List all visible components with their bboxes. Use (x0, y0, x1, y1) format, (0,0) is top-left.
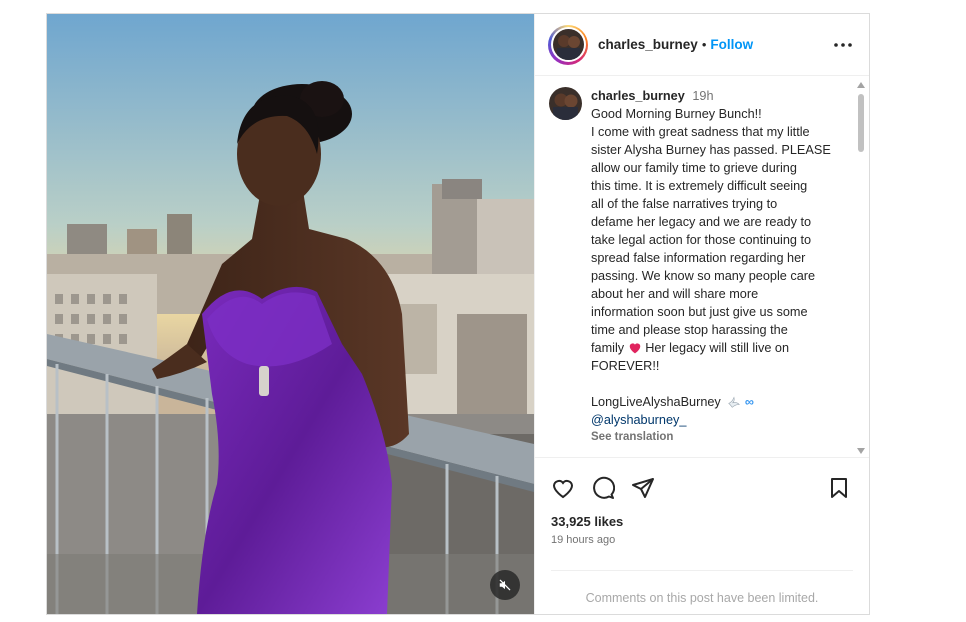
caption-line: Good Morning Burney Bunch!! (591, 107, 762, 121)
share-paper-plane-icon (632, 478, 654, 498)
separator-dot: • (701, 37, 707, 52)
caption-line: take legal action for those continuing t… (591, 233, 812, 247)
story-ring[interactable] (548, 24, 588, 65)
more-options-button[interactable] (831, 33, 855, 57)
like-button[interactable] (549, 474, 577, 502)
caption-line: time and please stop harassing the (591, 323, 788, 337)
caption-line: about her and will share more (591, 287, 759, 301)
caption-text-segment: Her legacy will still live on (645, 341, 790, 355)
caption-line: FOREVER!! (591, 359, 660, 373)
caption-scrollbar[interactable] (857, 82, 865, 454)
share-button[interactable] (629, 474, 657, 502)
see-translation-link[interactable]: See translation (591, 429, 843, 445)
caption-text: charles_burney 19h Good Morning Burney B… (591, 87, 843, 445)
more-horizontal-icon (834, 42, 852, 47)
comment-icon (593, 476, 615, 499)
infinity-emoji: ∞ (744, 395, 754, 409)
caption-line: information soon but just give us some (591, 305, 808, 319)
scroll-up-arrow[interactable] (857, 82, 865, 88)
caption-line: all of the false narratives trying to (591, 197, 778, 211)
scroll-thumb[interactable] (858, 94, 864, 152)
caption-time[interactable]: 19h (692, 89, 713, 103)
header-username[interactable]: charles_burney (598, 37, 698, 52)
muted-speaker-icon (499, 579, 511, 591)
hashtag-text: LongLiveAlyshaBurney (591, 395, 721, 409)
post-header: charles_burney • Follow (535, 14, 869, 76)
caption-line: family Her legacy will still live on (591, 339, 843, 357)
post-side-panel: charles_burney • Follow charles_burney 1… (534, 14, 869, 614)
likes-count[interactable]: 33,925 likes (535, 506, 869, 529)
caption-text-segment: family (591, 341, 625, 355)
caption-line: allow our family time to grieve during (591, 161, 797, 175)
caption-line: passing. We know so many people care (591, 269, 816, 283)
caption-line: defame her legacy and we are ready to (591, 215, 812, 229)
follow-button[interactable]: Follow (710, 37, 753, 52)
caption-avatar[interactable] (549, 87, 582, 120)
bookmark-icon (831, 478, 847, 498)
save-button[interactable] (825, 474, 853, 502)
dove-emoji (728, 396, 741, 408)
caption-line: this time. It is extremely difficult see… (591, 179, 808, 193)
comments-limited-notice: Comments on this post have been limited. (551, 570, 853, 605)
mention-link[interactable]: @alyshaburney_ (591, 411, 843, 429)
red-heart-emoji (629, 343, 640, 354)
instagram-post: charles_burney • Follow charles_burney 1… (46, 13, 870, 615)
post-photo (47, 14, 534, 614)
comment-button[interactable] (589, 474, 617, 502)
post-media[interactable] (47, 14, 534, 614)
scroll-down-arrow[interactable] (857, 448, 865, 454)
mute-toggle-button[interactable] (490, 570, 520, 600)
post-timestamp[interactable]: 19 hours ago (535, 529, 869, 546)
caption-scroll-area[interactable]: charles_burney 19h Good Morning Burney B… (535, 76, 869, 458)
avatar (552, 29, 584, 60)
caption-line: sister Alysha Burney has passed. PLEASE (591, 143, 831, 157)
action-bar (535, 458, 869, 506)
caption-line: LongLiveAlyshaBurney ∞ (591, 393, 843, 411)
caption-line: spread false information regarding her (591, 251, 806, 265)
caption: charles_burney 19h Good Morning Burney B… (549, 87, 851, 445)
caption-line: I come with great sadness that my little (591, 125, 810, 139)
heart-outline-icon (552, 479, 574, 499)
caption-username[interactable]: charles_burney (591, 89, 685, 103)
